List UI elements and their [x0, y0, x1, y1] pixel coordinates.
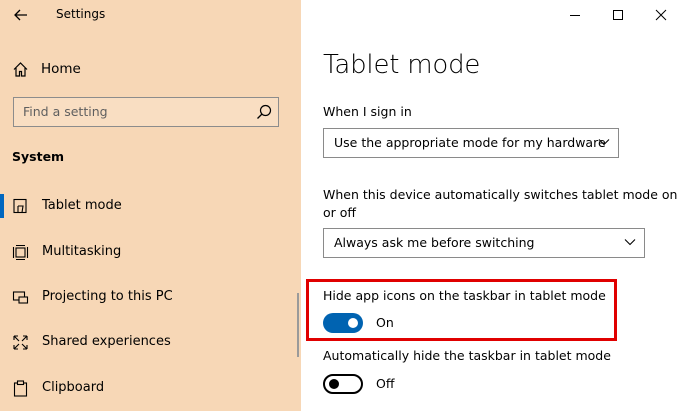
search-icon[interactable] — [256, 104, 272, 120]
sign-in-label: When I sign in — [323, 104, 412, 119]
hide-taskbar-toggle[interactable] — [323, 374, 363, 394]
chevron-down-icon — [624, 239, 636, 246]
sidebar-item-tablet-mode[interactable]: Tablet mode — [0, 192, 290, 220]
dropdown-value: Always ask me before switching — [334, 235, 535, 250]
hide-icons-label: Hide app icons on the taskbar in tablet … — [323, 288, 606, 303]
minimize-icon — [570, 15, 580, 16]
close-icon — [655, 9, 667, 21]
hide-taskbar-label: Automatically hide the taskbar in tablet… — [323, 348, 611, 363]
hide-taskbar-state: Off — [376, 376, 395, 391]
chevron-down-icon — [598, 139, 610, 146]
sidebar-item-label: Projecting to this PC — [42, 289, 173, 304]
shared-experiences-icon — [13, 335, 28, 350]
minimize-button[interactable] — [561, 2, 589, 28]
home-nav-item[interactable]: Home — [12, 58, 81, 80]
switch-dropdown[interactable]: Always ask me before switching — [323, 228, 645, 258]
home-label: Home — [41, 61, 81, 77]
sidebar: Settings Home System Tablet mode Multita… — [0, 0, 301, 411]
sidebar-item-shared-experiences[interactable]: Shared experiences — [0, 328, 290, 356]
app-title: Settings — [56, 7, 106, 21]
sidebar-item-multitasking[interactable]: Multitasking — [0, 238, 290, 266]
sidebar-item-projecting[interactable]: Projecting to this PC — [0, 283, 290, 311]
sidebar-item-clipboard[interactable]: Clipboard — [0, 374, 290, 402]
sidebar-item-label: Multitasking — [42, 244, 122, 259]
tablet-mode-icon — [13, 198, 27, 214]
clipboard-icon — [13, 380, 28, 397]
back-arrow-icon — [14, 9, 27, 21]
maximize-icon — [613, 10, 623, 20]
sidebar-scrollbar[interactable] — [297, 293, 299, 357]
sidebar-item-label: Tablet mode — [42, 198, 122, 213]
projecting-icon — [12, 291, 29, 304]
home-icon — [13, 61, 28, 77]
page-title: Tablet mode — [323, 50, 481, 80]
switch-label-line2: or off — [323, 205, 357, 220]
toggle-knob — [329, 379, 339, 389]
hide-icons-state: On — [376, 315, 394, 330]
multitasking-icon — [12, 244, 29, 261]
main-content: Tablet mode When I sign in Use the appro… — [301, 0, 680, 411]
hide-icons-toggle[interactable] — [323, 313, 363, 333]
search-box — [13, 97, 279, 127]
close-button[interactable] — [647, 2, 675, 28]
back-button[interactable] — [10, 4, 32, 26]
section-heading: System — [12, 149, 65, 164]
sidebar-item-label: Clipboard — [42, 380, 105, 395]
sidebar-item-label: Shared experiences — [42, 334, 171, 349]
toggle-knob — [348, 318, 358, 328]
dropdown-value: Use the appropriate mode for my hardware — [334, 135, 606, 150]
maximize-button[interactable] — [604, 2, 632, 28]
switch-label-line1: When this device automatically switches … — [323, 187, 678, 202]
search-input[interactable] — [14, 98, 262, 125]
sign-in-dropdown[interactable]: Use the appropriate mode for my hardware — [323, 128, 619, 158]
